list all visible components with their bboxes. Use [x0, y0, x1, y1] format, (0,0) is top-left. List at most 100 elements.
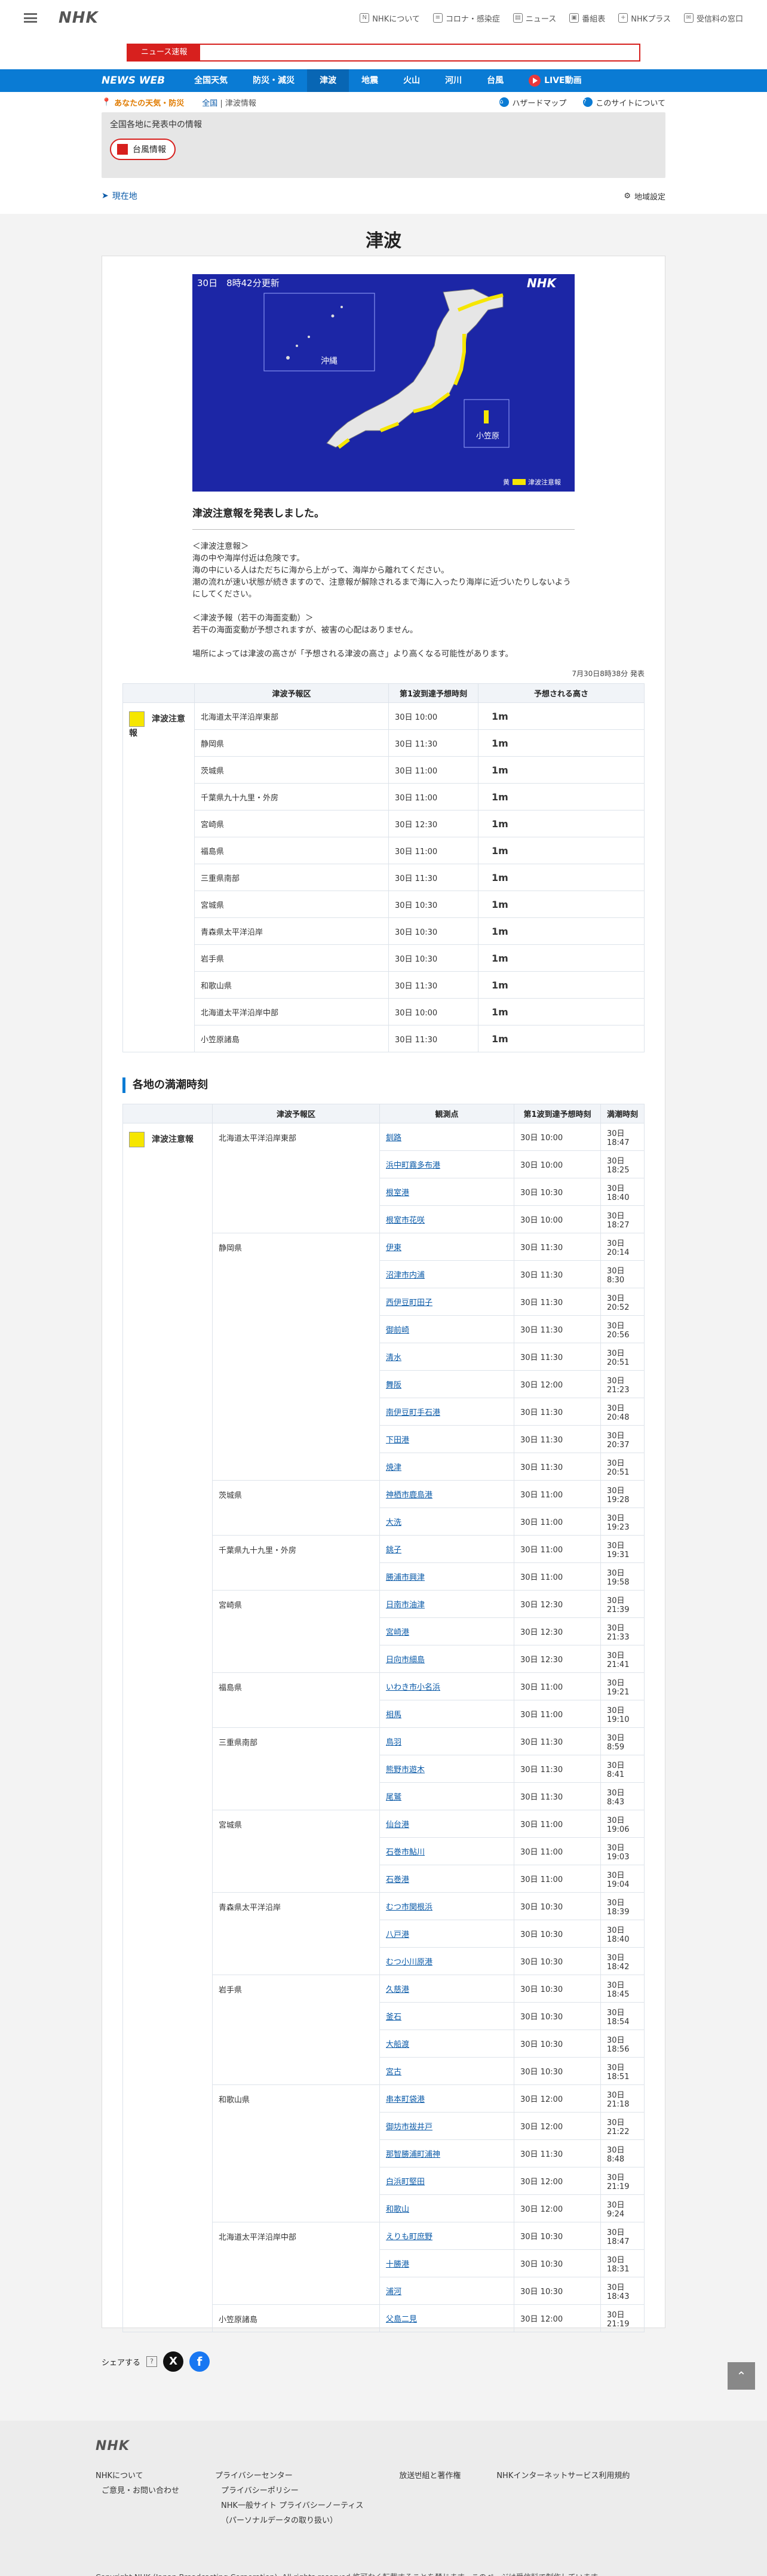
observation-point-link[interactable]: 十勝港 [386, 2260, 409, 2269]
observation-point-cell: 和歌山 [379, 2194, 514, 2222]
observation-point-link[interactable]: 和歌山 [386, 2205, 409, 2214]
news-web-brand[interactable]: NEWS WEB [102, 75, 165, 87]
observation-point-link[interactable]: 釧路 [386, 1134, 401, 1143]
footer-link[interactable]: （パーソナルデータの取り扱い） [215, 2514, 363, 2525]
observation-point-link[interactable]: 串本町袋港 [386, 2095, 425, 2104]
footer-link[interactable]: NHK一般サイト プライバシーノーティス [215, 2499, 363, 2510]
observation-point-link[interactable]: 白浜町堅田 [386, 2178, 425, 2187]
region-settings-label: 地域設定 [634, 192, 665, 202]
observation-point-link[interactable]: 那智勝浦町浦神 [386, 2150, 440, 2159]
nav-live-video[interactable]: LIVE動画 [516, 69, 594, 92]
arrival-time: 30日 11:00 [514, 1562, 601, 1591]
footer-link[interactable]: NHKインターネットサービス利用規約 [496, 2469, 630, 2480]
ogasawara-island [484, 410, 489, 423]
footer-link[interactable]: ご意見・お問い合わせ [96, 2484, 179, 2495]
nav-item-5[interactable]: 河川 [432, 69, 474, 92]
observation-point-link[interactable]: いわき市小名浜 [386, 1683, 440, 1692]
observation-point-link[interactable]: 熊野市遊木 [386, 1766, 425, 1774]
observation-point-link[interactable]: 伊東 [386, 1244, 401, 1252]
footer-link[interactable]: 放送번組と著作権 [399, 2469, 461, 2480]
current-location-link[interactable]: ➤ 現在地 [102, 190, 137, 202]
table-row: 和歌山県 30日 11:30 1m [123, 971, 645, 999]
help-icon[interactable]: ? [146, 2356, 158, 2367]
observation-point-link[interactable]: 釜石 [386, 2013, 401, 2022]
observation-point-link[interactable]: 御前崎 [386, 1326, 409, 1335]
observation-point-link[interactable]: 銚子 [386, 1546, 401, 1555]
top-link-0[interactable]: N NHKについて [360, 13, 420, 24]
my-weather-link[interactable]: 📍 あなたの天気・防災 [102, 97, 184, 108]
observation-point-link[interactable]: 尾鷲 [386, 1793, 401, 1802]
facebook-share-icon[interactable]: f [189, 2351, 210, 2372]
observation-point-link[interactable]: 八戸港 [386, 1930, 409, 1939]
observation-point-link[interactable]: 父島二見 [386, 2315, 417, 2324]
observation-point-link[interactable]: 舞阪 [386, 1381, 401, 1390]
expected-height: 1m [478, 971, 645, 999]
footer-link[interactable]: NHKについて [96, 2469, 179, 2480]
observation-point-link[interactable]: 宮崎港 [386, 1628, 409, 1637]
footer-logo[interactable]: NHK [96, 2439, 671, 2454]
breadcrumb-home[interactable]: 全国 [202, 99, 217, 108]
nav-item-0[interactable]: 全国天気 [182, 69, 240, 92]
nhk-logo[interactable]: NHK [59, 9, 99, 27]
observation-point-link[interactable]: 日向市細島 [386, 1656, 425, 1665]
table-row: 宮崎県 30日 12:30 1m [123, 810, 645, 837]
observation-point-link[interactable]: 仙台港 [386, 1820, 409, 1829]
observation-point-link[interactable]: むつ市関根浜 [386, 1903, 432, 1912]
observation-point-link[interactable]: 神栖市鹿島港 [386, 1491, 432, 1500]
observation-point-link[interactable]: 宮古 [386, 2068, 401, 2077]
observation-point-link[interactable]: 浜中町霧多布港 [386, 1161, 440, 1170]
observation-point-link[interactable]: 南伊豆町手石港 [386, 1408, 440, 1417]
top-link-3[interactable]: ▣ 番組表 [569, 13, 605, 24]
hazard-map-link[interactable]: ⌂ ハザードマップ [499, 97, 566, 108]
nhk-icon: N [360, 13, 370, 23]
observation-point-link[interactable]: 沼津市内浦 [386, 1271, 425, 1280]
top-link-4[interactable]: + NHKプラス [618, 13, 671, 24]
high-tide-time: 30日 19:04 [600, 1865, 645, 1893]
nav-item-6[interactable]: 台風 [474, 69, 516, 92]
observation-point-link[interactable]: 相馬 [386, 1711, 401, 1720]
nav-item-3[interactable]: 地震 [349, 69, 391, 92]
observation-point-link[interactable]: 大洗 [386, 1518, 401, 1527]
observation-point-link[interactable]: 御坊市祓井戸 [386, 2123, 432, 2132]
observation-point-cell: 仙台港 [379, 1810, 514, 1838]
expected-height: 1m [478, 729, 645, 757]
table-row: 茨城県 30日 11:00 1m [123, 756, 645, 784]
nav-item-4[interactable]: 火山 [391, 69, 432, 92]
high-tide-time: 30日 21:18 [600, 2084, 645, 2113]
observation-point-link[interactable]: 下田港 [386, 1436, 409, 1445]
observation-point-link[interactable]: 鳥羽 [386, 1738, 401, 1747]
x-share-icon[interactable]: X [163, 2351, 184, 2372]
observation-point-link[interactable]: 石巻市鮎川 [386, 1848, 425, 1857]
forecast-area: 和歌山県 [212, 2084, 380, 2222]
observation-point-link[interactable]: 久慈港 [386, 1985, 409, 1994]
breaking-news-box[interactable]: ニュース速報 [127, 44, 640, 62]
top-link-5[interactable]: ✉ 受信料の窓口 [683, 13, 743, 24]
observation-point-link[interactable]: 浦河 [386, 2288, 401, 2296]
observation-point-link[interactable]: 石巻港 [386, 1875, 409, 1884]
top-link-1[interactable]: ≡ コロナ・感染症 [432, 13, 500, 24]
observation-point-link[interactable]: 清水 [386, 1353, 401, 1362]
observation-point-link[interactable]: 勝浦市興津 [386, 1573, 425, 1582]
observation-point-link[interactable]: 根室港 [386, 1189, 409, 1198]
gear-icon: ⚙ [624, 191, 631, 201]
top-link-2[interactable]: ▤ ニュース [513, 13, 556, 24]
observation-point-link[interactable]: 焼津 [386, 1463, 401, 1472]
about-link[interactable]: ? このサイトについて [583, 97, 665, 108]
observation-point-link[interactable]: 大船渡 [386, 2040, 409, 2049]
footer-link[interactable]: プライバシーセンター [215, 2469, 363, 2480]
expected-height: 1m [478, 891, 645, 918]
footer-link[interactable]: プライバシーポリシー [215, 2484, 363, 2495]
nav-item-1[interactable]: 防災・減災 [240, 69, 307, 92]
observation-point-link[interactable]: 西伊豆町田子 [386, 1298, 432, 1307]
menu-icon[interactable] [24, 13, 37, 23]
nav-item-2[interactable]: 津波 [307, 69, 349, 92]
typhoon-info-chip[interactable]: 台風情報 [110, 139, 176, 160]
observation-point-link[interactable]: 日南市油津 [386, 1601, 425, 1610]
arrival-time: 30日 12:00 [514, 1370, 601, 1398]
observation-point-link[interactable]: 根室市花咲 [386, 1216, 425, 1225]
observation-point-link[interactable]: えりも町庶野 [386, 2233, 432, 2242]
back-to-top-button[interactable]: ⌃ [728, 2362, 755, 2390]
expected-height: 1m [478, 917, 645, 945]
observation-point-link[interactable]: むつ小川原港 [386, 1958, 432, 1967]
region-settings-link[interactable]: ⚙ 地域設定 [624, 191, 665, 202]
